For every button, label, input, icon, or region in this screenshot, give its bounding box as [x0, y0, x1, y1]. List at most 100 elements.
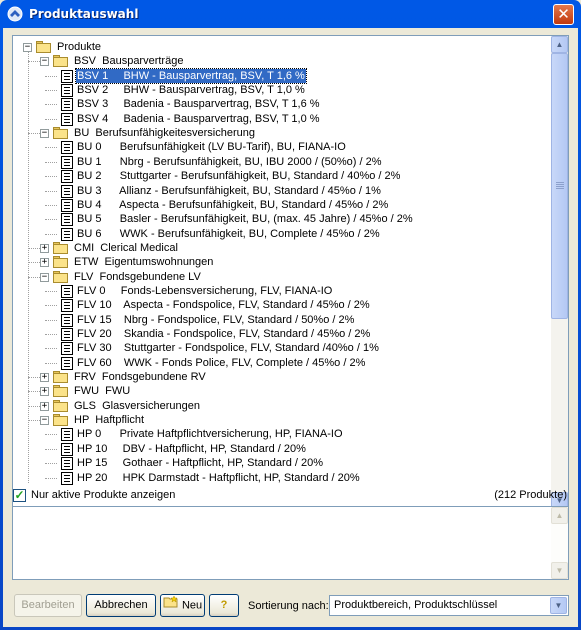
cancel-button[interactable]: Abbrechen — [86, 594, 156, 617]
expand-icon[interactable]: + — [40, 387, 49, 397]
expand-icon[interactable]: + — [40, 373, 49, 383]
collapse-icon[interactable]: − — [40, 272, 49, 282]
title-bar[interactable]: Produktauswahl ✕ — [3, 0, 578, 28]
tree-node-label: BSV Bausparverträge — [74, 55, 184, 68]
document-icon — [61, 141, 73, 155]
memo-scrollbar[interactable]: ▲ ▼ — [551, 507, 568, 579]
tree-guide-line — [45, 319, 57, 321]
tree-guide-line — [28, 276, 40, 278]
sort-select[interactable]: Produktbereich, Produktschlüssel ▼ — [329, 595, 569, 616]
tree-node-label: FLV Fondsgebundene LV — [74, 270, 201, 283]
tree-node-label: FWU FWU — [74, 385, 131, 398]
tree-scrollbar[interactable]: ▲ ▼ — [551, 36, 568, 509]
collapse-icon[interactable]: − — [40, 416, 49, 426]
tree-leaf-label: BU 2 Stuttgarter - Berufsunfähigkeit, BU… — [77, 170, 401, 183]
tree-node-label: GLS Glasversicherungen — [74, 399, 200, 412]
tree-guide-line — [45, 362, 57, 364]
tree-leaf-label: BU 1 Nbrg - Berufsunfähigkeit, BU, IBU 2… — [77, 155, 382, 168]
tree-guide-line — [45, 463, 57, 465]
folder-icon — [36, 41, 52, 53]
tree-leaf-label: FLV 15 Nbrg - Fondspolice, FLV, Standard… — [77, 313, 355, 326]
tree-guide-line — [28, 420, 40, 422]
tree-guide-line — [45, 118, 57, 120]
tree-guide-line — [45, 305, 57, 307]
document-icon — [61, 155, 73, 169]
tree-guide-line — [45, 190, 57, 192]
scroll-thumb[interactable] — [551, 53, 568, 319]
collapse-icon[interactable]: − — [40, 129, 49, 139]
new-button-label: Neu — [181, 599, 203, 612]
document-icon — [61, 184, 73, 198]
tree-guide-line — [45, 75, 57, 77]
folder-icon — [53, 55, 69, 68]
product-count: (212 Produkte) — [494, 489, 567, 501]
tree-leaf-label: BU 0 Berufsunfähigkeit (LV BU-Tarif), BU… — [77, 141, 346, 154]
tree-guide-line — [45, 176, 57, 178]
tree-leaf-label: BSV 1 BHW - Bausparvertrag, BSV, T 1,6 % — [75, 67, 307, 84]
scroll-up-button[interactable]: ▲ — [551, 36, 568, 53]
product-tree[interactable]: − Produkte − BSV Bausparverträge BSV 1 BHW -… — [12, 35, 569, 510]
sort-label: Sortierung nach: — [248, 600, 329, 612]
tree-guide-line — [45, 219, 57, 221]
tree-guide-line — [28, 133, 40, 135]
chevron-down-icon[interactable]: ▼ — [550, 597, 567, 614]
tree-guide-line — [45, 104, 57, 106]
expand-icon[interactable]: + — [40, 258, 49, 268]
tree-leaf-label: HP 15 Gothaer - Haftpflicht, HP, Standar… — [77, 457, 324, 470]
tree-leaf-label: BU 5 Basler - Berufsunfähigkeit, BU, (ma… — [77, 213, 413, 226]
collapse-icon[interactable]: − — [23, 43, 32, 52]
tree-guide-line — [28, 405, 40, 407]
document-icon — [61, 213, 73, 227]
tree-leaf-label: BU 3 Allianz - Berufsunfähigkeit, BU, St… — [77, 184, 381, 197]
active-only-checkbox[interactable]: ✓ — [13, 489, 26, 502]
tree-leaf-label: FLV 60 WWK - Fonds Police, FLV, Complete… — [77, 356, 366, 369]
tree-guide-line — [45, 90, 57, 92]
tree-leaf-label: BU 6 WWK - Berufsunfähigkeit, BU, Comple… — [77, 227, 380, 240]
folder-icon — [53, 256, 69, 269]
document-icon — [61, 313, 73, 327]
document-icon — [61, 84, 73, 98]
tree-guide-line — [45, 233, 57, 235]
tree-leaf-label: HP 20 HPK Darmstadt - Haftpflicht, HP, S… — [77, 471, 360, 484]
expand-icon[interactable]: + — [40, 401, 49, 411]
tree-guide-line — [45, 477, 57, 479]
document-icon — [61, 170, 73, 184]
collapse-icon[interactable]: − — [40, 57, 49, 67]
expand-icon[interactable]: + — [40, 243, 49, 253]
tree-leaf-label: BSV 2 BHW - Bausparvertrag, BSV, T 1,0 % — [77, 84, 305, 97]
tree-guide-line — [45, 348, 57, 350]
document-icon — [61, 112, 73, 126]
close-button[interactable]: ✕ — [553, 4, 574, 25]
active-only-label[interactable]: Nur aktive Produkte anzeigen — [31, 489, 175, 501]
tree-guide-line — [45, 434, 57, 436]
folder-icon — [53, 127, 69, 140]
edit-button[interactable]: Bearbeiten — [14, 594, 82, 617]
folder-icon — [53, 414, 69, 427]
document-icon — [61, 428, 73, 442]
tree-guide-line — [28, 61, 40, 63]
document-icon — [61, 227, 73, 241]
tree-leaf-label: FLV 0 Fonds-Lebensversicherung, FLV, FIA… — [77, 284, 333, 297]
folder-icon — [53, 399, 69, 412]
help-button[interactable]: ? — [209, 594, 239, 617]
document-icon — [61, 98, 73, 112]
description-memo[interactable]: ▲ ▼ — [12, 506, 569, 580]
active-filter-row: ✓ Nur aktive Produkte anzeigen (212 Prod… — [12, 488, 569, 504]
tree-node-label: ETW Eigentumswohnungen — [74, 256, 214, 269]
tree-leaf-label: BSV 4 Badenia - Bausparvertrag, BSV, T 1… — [77, 112, 320, 125]
tree-leaf-label: BU 4 Aspecta - Berufsunfähigkeit, BU, St… — [77, 198, 389, 211]
tree-guide-line — [45, 334, 57, 335]
tree-guide-line — [28, 262, 40, 264]
new-button[interactable]: Neu — [160, 594, 205, 617]
tree-leaf-label: FLV 10 Aspecta - Fondspolice, FLV, Stand… — [77, 299, 370, 312]
window-title: Produktauswahl — [29, 7, 139, 21]
tree-leaf-label: HP 10 DBV - Haftpflicht, HP, Standard / … — [77, 442, 306, 455]
document-icon — [61, 356, 73, 370]
tree-guide-line — [28, 391, 40, 393]
tree-guide-line — [45, 204, 57, 206]
memo-scroll-down-button[interactable]: ▼ — [551, 562, 568, 579]
document-icon — [61, 69, 73, 83]
dialog-window: Produktauswahl ✕ − Produkte − BSV Bausparve… — [0, 0, 581, 630]
sort-select-value: Produktbereich, Produktschlüssel — [334, 599, 498, 611]
memo-scroll-up-button[interactable]: ▲ — [551, 507, 568, 524]
